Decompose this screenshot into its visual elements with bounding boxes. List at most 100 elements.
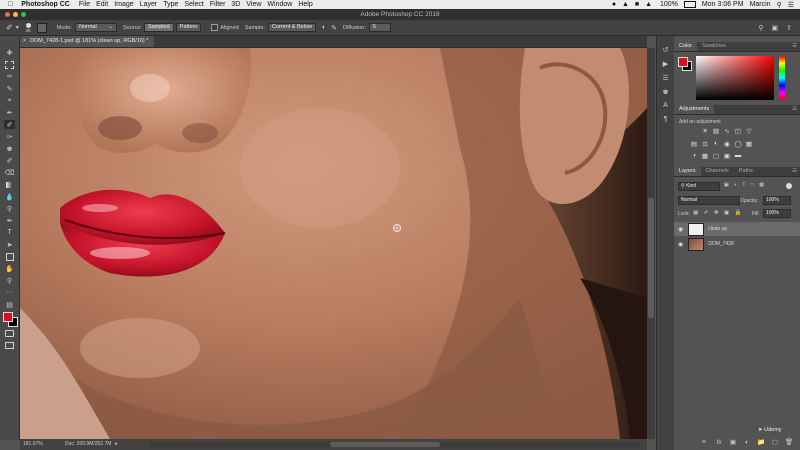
delete-layer-icon[interactable]: 🗑 xyxy=(785,438,793,446)
rectangle-tool-icon[interactable] xyxy=(4,252,15,261)
eye-icon[interactable]: ◉ xyxy=(678,241,683,248)
hand-tool-icon[interactable]: ✋ xyxy=(4,264,15,273)
lasso-tool-icon[interactable]: ∞ xyxy=(4,72,15,81)
vibrance-icon[interactable]: ▽ xyxy=(745,127,753,135)
character-panel-icon[interactable]: A xyxy=(661,101,670,110)
menu-3d[interactable]: 3D xyxy=(231,1,246,8)
diffusion-select[interactable]: 5 xyxy=(368,23,391,32)
brightness-contrast-icon[interactable]: ☀ xyxy=(701,127,709,135)
gradient-map-icon[interactable]: ▬ xyxy=(734,152,742,159)
ignore-adjustment-layers-icon[interactable]: ◐ xyxy=(322,24,326,31)
document-canvas[interactable] xyxy=(20,48,647,439)
black-white-icon[interactable]: ◐ xyxy=(712,140,720,147)
clone-source-panel-icon[interactable]: ♚ xyxy=(661,87,670,96)
vertical-scrollbar-thumb[interactable] xyxy=(648,198,654,318)
apple-icon[interactable]:  xyxy=(0,1,21,8)
horizontal-scrollbar-thumb[interactable] xyxy=(330,442,440,447)
source-pattern-button[interactable]: Pattern xyxy=(175,23,202,32)
menu-type[interactable]: Type xyxy=(163,1,184,8)
quick-selection-tool-icon[interactable]: ✎ xyxy=(4,84,15,93)
menu-layer[interactable]: Layer xyxy=(140,1,164,8)
history-panel-icon[interactable]: ↺ xyxy=(661,45,670,54)
tab-layers[interactable]: Layers xyxy=(674,167,701,176)
pressure-size-icon[interactable]: ✎ xyxy=(331,24,337,32)
posterize-icon[interactable]: ▩ xyxy=(701,152,709,160)
lock-icons[interactable]: ▦ ✐ ✥ ▣ 🔒 xyxy=(693,210,744,216)
opacity-input[interactable]: 100% xyxy=(763,196,791,205)
color-panel-foreground-swatch[interactable] xyxy=(678,57,688,67)
menu-edit[interactable]: Edit xyxy=(96,1,114,8)
gradient-tool-icon[interactable] xyxy=(4,180,15,189)
workspace-icon[interactable]: ▣ xyxy=(772,24,779,32)
vertical-scrollbar[interactable] xyxy=(647,48,655,439)
new-adjustment-layer-icon[interactable]: ◐ xyxy=(743,438,751,446)
panel-menu-icon[interactable]: ☰ xyxy=(792,105,800,114)
horizontal-scrollbar[interactable] xyxy=(150,442,640,447)
layer-filter-kind-select[interactable]: ⚲ Kind xyxy=(678,182,720,191)
blend-mode-select[interactable]: Normal xyxy=(678,196,740,205)
brush-picker[interactable]: 25 xyxy=(25,22,31,33)
type-tool-icon[interactable]: T xyxy=(4,228,15,237)
layer-filter-icons[interactable]: ▣ ◐ T □ ▦ xyxy=(724,182,766,188)
layer-row[interactable]: ◉ DOM_7428 xyxy=(674,237,800,251)
share-icon[interactable]: ⇧ xyxy=(786,24,792,32)
photo-filter-icon[interactable]: ◉ xyxy=(723,140,731,148)
search-icon[interactable]: ⚲ xyxy=(777,1,782,9)
sample-select[interactable]: Current & Below xyxy=(267,23,316,32)
battery-icon[interactable] xyxy=(683,1,696,8)
paragraph-panel-icon[interactable]: ¶ xyxy=(661,115,670,124)
menu-view[interactable]: View xyxy=(246,1,267,8)
status-icons[interactable]: ● ▲ ■ ▲ xyxy=(612,1,654,8)
layer-name[interactable]: clean up xyxy=(708,226,727,232)
marquee-tool-icon[interactable] xyxy=(4,60,15,69)
properties-panel-icon[interactable]: ☰ xyxy=(661,73,670,82)
invert-icon[interactable]: ◑ xyxy=(690,152,698,159)
close-document-icon[interactable]: × xyxy=(23,36,26,47)
channel-mixer-icon[interactable]: ◯ xyxy=(734,140,742,148)
new-layer-icon[interactable]: ▢ xyxy=(771,438,779,446)
search-icon[interactable]: ⚲ xyxy=(758,24,763,32)
new-group-icon[interactable]: 📁 xyxy=(757,438,765,446)
actions-panel-icon[interactable]: ▶ xyxy=(661,59,670,68)
zoom-tool-icon[interactable]: ⚲ xyxy=(4,276,15,285)
menu-help[interactable]: Help xyxy=(298,1,318,8)
move-tool-icon[interactable]: ✥ xyxy=(4,48,15,57)
quick-mask-icon[interactable] xyxy=(4,329,15,338)
color-field[interactable] xyxy=(696,56,774,100)
threshold-icon[interactable]: ▢ xyxy=(712,152,720,160)
menu-list-icon[interactable]: ☰ xyxy=(788,1,794,9)
color-balance-icon[interactable]: ⚖ xyxy=(701,140,709,148)
color-lookup-icon[interactable]: ▦ xyxy=(745,140,753,148)
layer-row[interactable]: ◉ clean up xyxy=(674,222,800,236)
eraser-tool-icon[interactable]: ⌫ xyxy=(4,168,15,177)
layer-name[interactable]: DOM_7428 xyxy=(708,241,734,247)
hue-slider[interactable] xyxy=(779,56,785,100)
history-brush-tool-icon[interactable]: ✐ xyxy=(4,156,15,165)
brush-tool-icon[interactable]: ✑ xyxy=(4,132,15,141)
tab-swatches[interactable]: Swatches xyxy=(697,42,731,51)
fill-input[interactable]: 100% xyxy=(763,209,791,218)
screen-mode-icon[interactable] xyxy=(4,341,15,350)
blur-tool-icon[interactable]: 💧 xyxy=(4,192,15,201)
menu-filter[interactable]: Filter xyxy=(210,1,232,8)
menu-file[interactable]: File xyxy=(79,1,96,8)
levels-icon[interactable]: ▧ xyxy=(712,127,720,135)
zoom-level[interactable]: 181.07% xyxy=(23,439,43,450)
menu-image[interactable]: Image xyxy=(114,1,139,8)
mode-select[interactable]: Normal ⌄ xyxy=(74,23,117,32)
hue-saturation-icon[interactable]: ▤ xyxy=(690,140,698,148)
filter-toggle-icon[interactable] xyxy=(786,183,792,189)
clock[interactable]: Mon 3:06 PM xyxy=(702,1,744,8)
foreground-color-swatch[interactable] xyxy=(3,312,13,322)
selective-color-icon[interactable]: ▣ xyxy=(723,152,731,160)
tab-adjustments[interactable]: Adjustments xyxy=(674,105,715,114)
clone-source-panel-button[interactable] xyxy=(36,22,47,33)
more-tools-icon[interactable]: ··· xyxy=(4,288,15,297)
eyedropper-tool-icon[interactable]: ✒ xyxy=(4,108,15,117)
healing-brush-tool-icon[interactable]: ✐ xyxy=(4,120,15,129)
dodge-tool-icon[interactable]: ⚲ xyxy=(4,204,15,213)
exposure-icon[interactable]: ◫ xyxy=(734,127,742,135)
default-colors-icon[interactable]: ▤ xyxy=(4,300,15,309)
add-mask-icon[interactable]: ▣ xyxy=(729,438,737,446)
menu-select[interactable]: Select xyxy=(184,1,209,8)
